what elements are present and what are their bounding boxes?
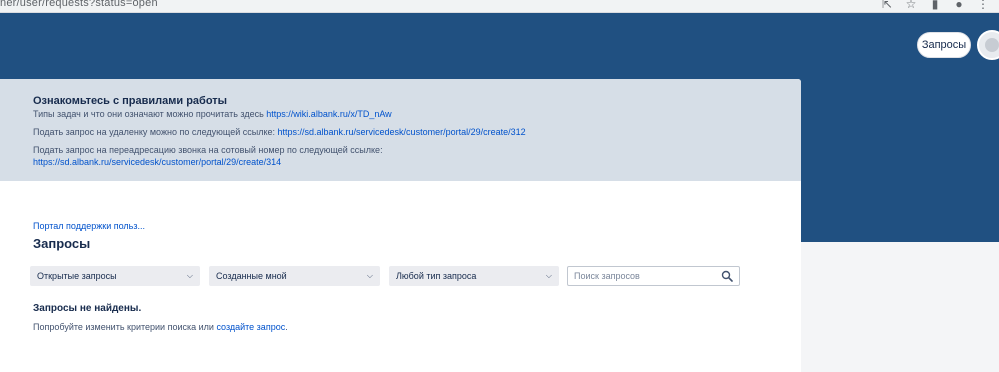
call-forward-link[interactable]: https://sd.albank.ru/servicedesk/custome… [33, 157, 281, 167]
breadcrumb[interactable]: Портал поддержки польз... [33, 221, 145, 231]
status-filter-select[interactable]: Открытые запросы ⌵ [30, 266, 200, 286]
announcement-line: Типы задач и что они означают можно проч… [33, 109, 392, 119]
chevron-down-icon: ⌵ [545, 271, 552, 280]
sidebar-icon[interactable]: ▮ [929, 0, 941, 10]
star-icon[interactable]: ☆ [905, 0, 917, 10]
announcement-title: Ознакомьтесь с правилами работы [33, 95, 228, 107]
chevron-down-icon: ⌵ [366, 271, 373, 280]
url-text[interactable]: ner/user/requests?status=open [0, 0, 158, 9]
empty-state-title: Запросы не найдены. [33, 303, 142, 314]
share-icon[interactable]: ⇱ [881, 0, 893, 10]
empty-state-text: Попробуйте изменить критерии поиска или … [33, 322, 288, 332]
remote-work-link[interactable]: https://sd.albank.ru/servicedesk/custome… [278, 127, 526, 137]
create-request-link[interactable]: создайте запрос [216, 322, 285, 332]
search-icon[interactable] [721, 270, 733, 282]
announcement-line: Подать запрос на удаленку можно по следу… [33, 127, 526, 137]
announcement-text: Типы задач и что они означают можно проч… [33, 109, 267, 119]
announcement-line: Подать запрос на переадресацию звонка на… [33, 145, 383, 155]
search-input[interactable]: Поиск запросов [567, 266, 740, 286]
type-filter-value: Любой тип запроса [396, 271, 477, 281]
browser-address-bar: ner/user/requests?status=open ⇱ ☆ ▮ ● ⋮ [0, 0, 999, 13]
profile-icon[interactable]: ● [953, 0, 965, 10]
owner-filter-select[interactable]: Созданные мной ⌵ [209, 266, 380, 286]
announcement-line: https://sd.albank.ru/servicedesk/custome… [33, 157, 281, 167]
chevron-down-icon: ⌵ [186, 271, 193, 280]
menu-icon[interactable]: ⋮ [977, 0, 989, 10]
avatar[interactable] [977, 30, 999, 60]
search-placeholder: Поиск запросов [574, 271, 640, 281]
empty-state-period: . [285, 322, 288, 332]
announcement-text: Подать запрос на переадресацию звонка на… [33, 145, 383, 155]
status-filter-value: Открытые запросы [37, 271, 117, 281]
owner-filter-value: Созданные мной [216, 271, 287, 281]
requests-button[interactable]: Запросы [917, 32, 971, 58]
browser-toolbar: ⇱ ☆ ▮ ● ⋮ [881, 0, 989, 10]
page-title: Запросы [33, 236, 91, 251]
announcement-text: Подать запрос на удаленку можно по следу… [33, 127, 278, 137]
page-background [801, 242, 999, 372]
empty-state-hint: Попробуйте изменить критерии поиска или [33, 322, 217, 332]
type-filter-select[interactable]: Любой тип запроса ⌵ [389, 266, 559, 286]
wiki-link[interactable]: https://wiki.albank.ru/x/TD_nAw [266, 109, 391, 119]
